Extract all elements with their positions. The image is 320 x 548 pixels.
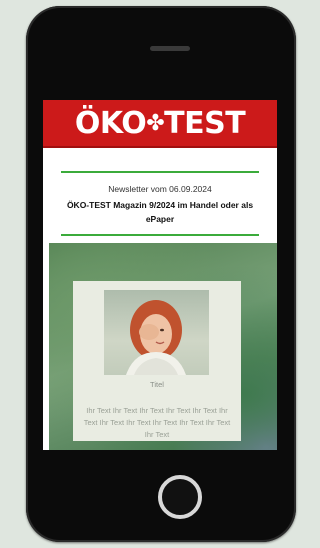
oekotest-logo[interactable]: ÖKO✤TEST (43, 106, 277, 145)
woman-portrait-image[interactable] (104, 290, 209, 375)
logo-text-left: ÖKO (74, 106, 147, 141)
image-caption: Titel (150, 380, 164, 389)
phone-screen: ÖKO✤TEST Newsletter vom 06.09.2024 ÖKO-T… (43, 100, 277, 450)
divider-bottom (61, 234, 259, 236)
hero-background: Titel Ihr Text Ihr Text Ihr Text Ihr Tex… (49, 243, 277, 450)
portrait-illustration (126, 300, 186, 375)
content-card: Titel Ihr Text Ihr Text Ihr Text Ihr Tex… (73, 281, 241, 441)
placeholder-body-text: Ihr Text Ihr Text Ihr Text Ihr Text Ihr … (83, 406, 231, 439)
home-button[interactable] (158, 475, 202, 519)
newsletter-headline[interactable]: ÖKO-TEST Magazin 9/2024 im Handel oder a… (53, 198, 267, 226)
divider-top (61, 171, 259, 173)
brand-header: ÖKO✤TEST (43, 100, 277, 148)
earpiece-speaker (150, 46, 190, 51)
newsletter-date: Newsletter vom 06.09.2024 (108, 184, 212, 194)
leaf-icon: ✤ (146, 111, 165, 136)
logo-text-right: TEST (164, 106, 246, 141)
